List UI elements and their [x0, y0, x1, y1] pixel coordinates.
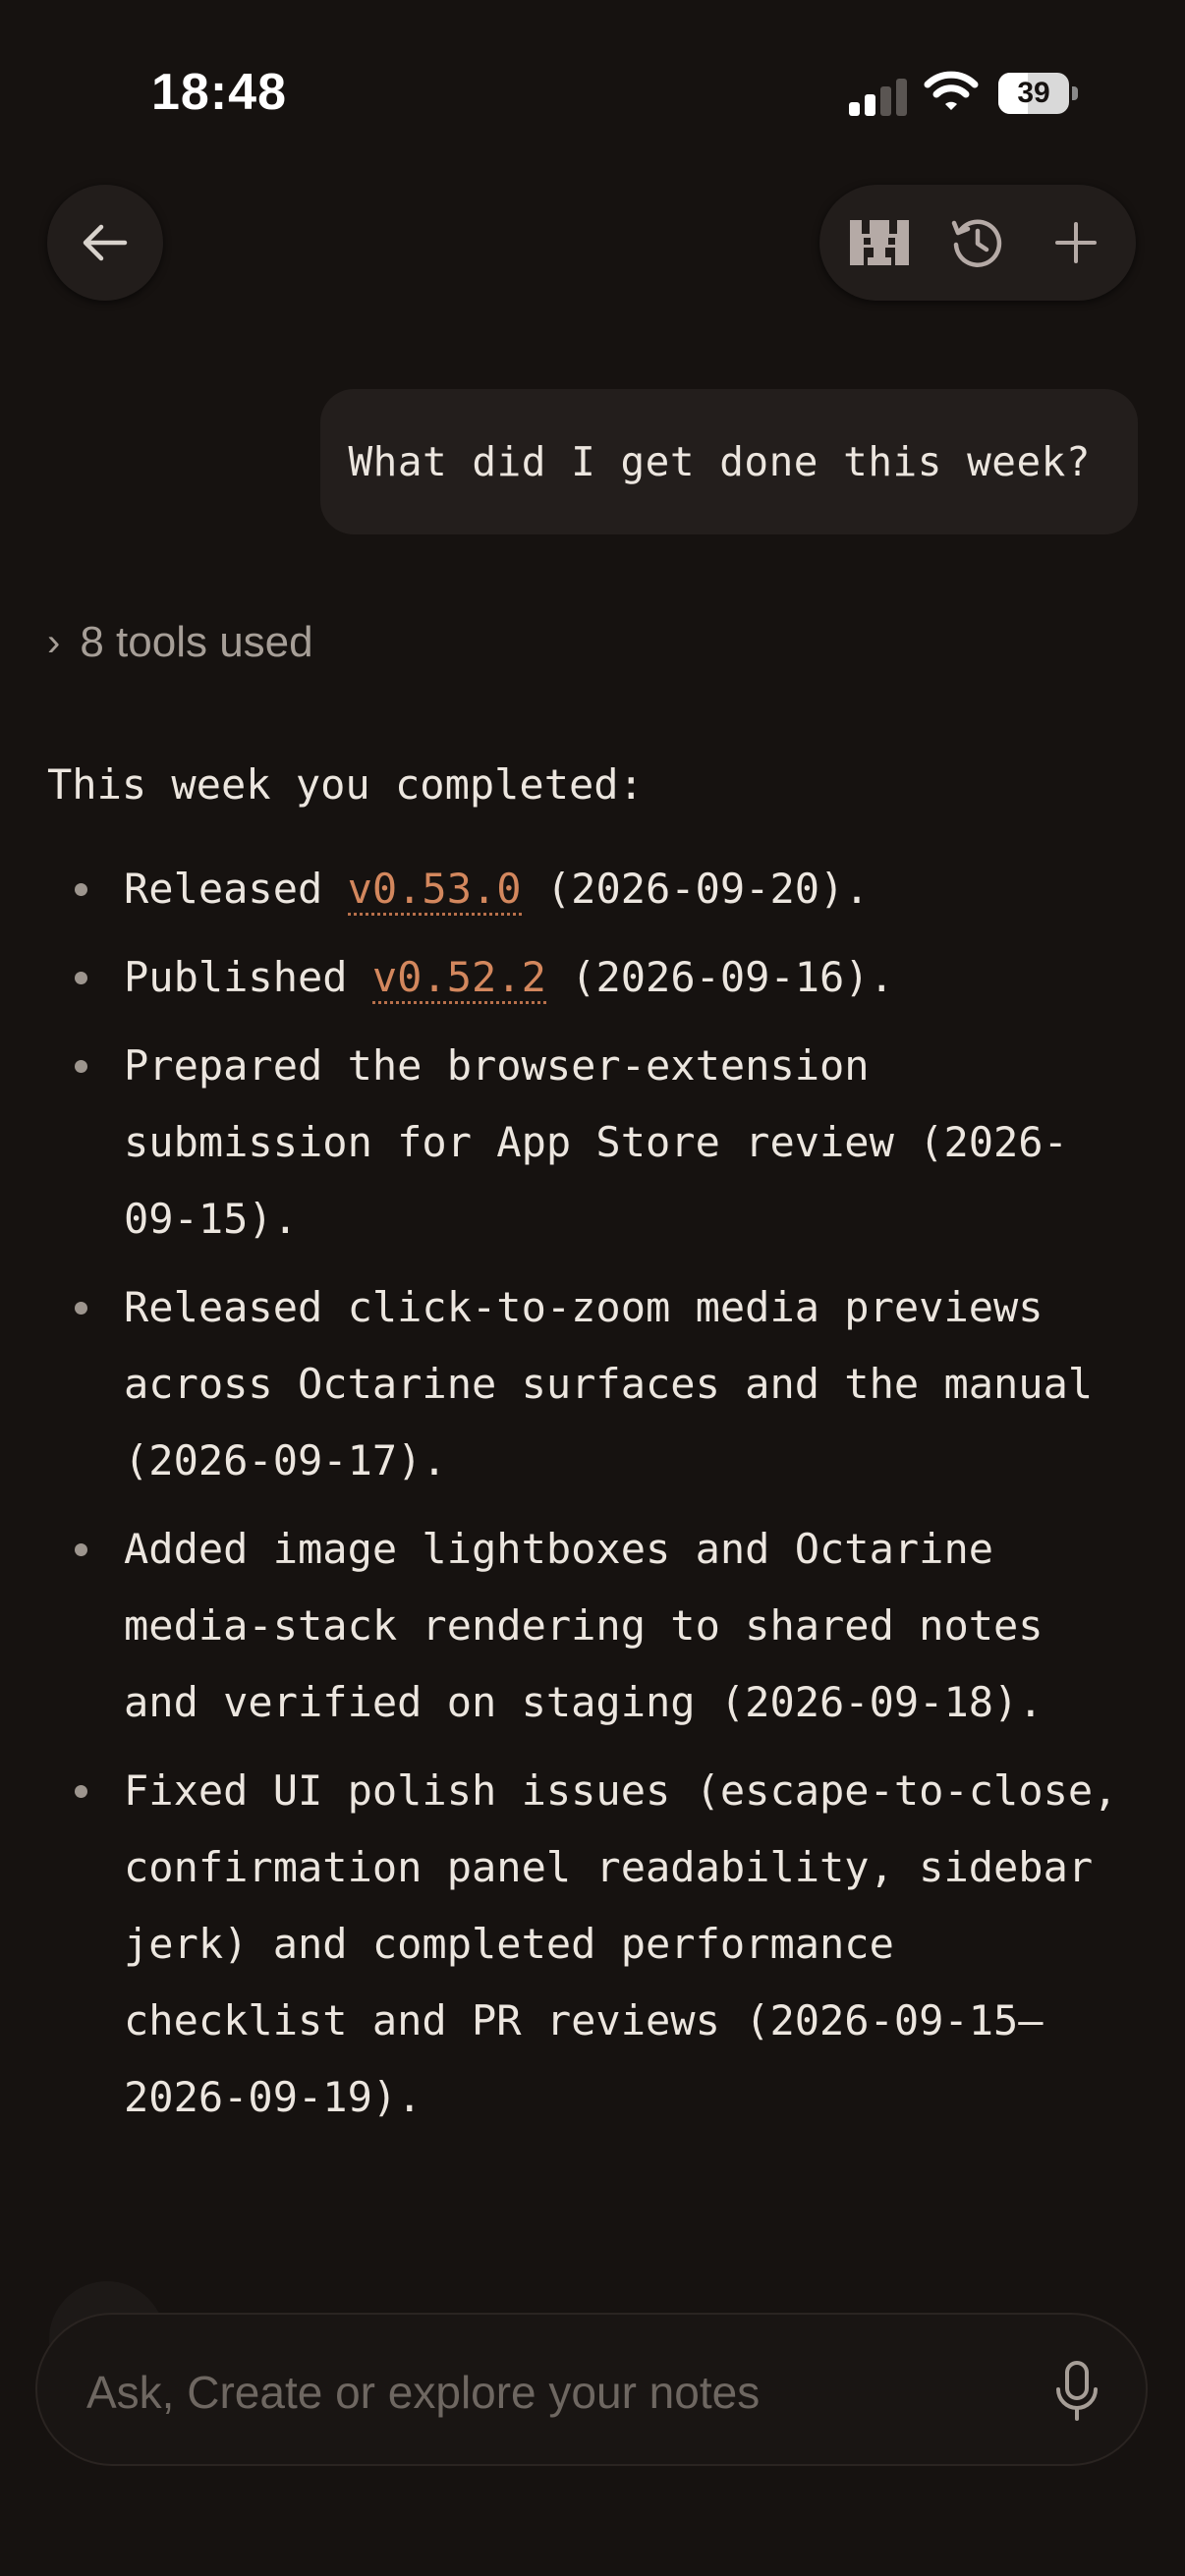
history-button[interactable]	[943, 208, 1012, 277]
list-item-text: Released	[124, 865, 348, 913]
user-message-bubble: What did I get done this week?	[320, 389, 1138, 534]
cellular-signal-icon	[849, 77, 908, 116]
chevron-right-icon: ›	[47, 620, 61, 664]
list-item: Fixed UI polish issues (escape-to-close,…	[47, 1753, 1138, 2136]
tools-used-label: 8 tools used	[80, 618, 313, 666]
list-item: Prepared the browser-extension submissio…	[47, 1028, 1138, 1258]
list-item-text: Published	[124, 953, 372, 1001]
tools-used-toggle[interactable]: › 8 tools used	[47, 613, 313, 672]
status-bar: 18:48 39	[0, 0, 1185, 187]
list-item-text: Added image lightboxes and Octarine medi…	[124, 1525, 1044, 1726]
release-link-v0-53-0[interactable]: v0.53.0	[347, 865, 522, 916]
user-message-text: What did I get done this week?	[348, 438, 1091, 485]
status-time: 18:48	[151, 64, 287, 121]
list-item-text: Fixed UI polish issues (escape-to-close,…	[124, 1766, 1118, 2121]
wifi-icon	[924, 69, 979, 116]
new-chat-button[interactable]	[1042, 208, 1110, 277]
composer	[35, 2313, 1148, 2466]
list-item-date: (2026-09-20).	[521, 865, 870, 913]
list-item: Released click-to-zoom media previews ac…	[47, 1269, 1138, 1499]
list-item-date: (2026-09-16).	[545, 953, 894, 1001]
history-icon	[951, 219, 1002, 267]
list-item: Added image lightboxes and Octarine medi…	[47, 1511, 1138, 1741]
microphone-icon	[1056, 2361, 1098, 2421]
list-item: Released v0.53.0 (2026-09-20).	[47, 851, 1138, 927]
completed-items-list: Released v0.53.0 (2026-09-20). Published…	[47, 851, 1138, 2136]
ask-input[interactable]	[85, 2354, 1012, 2431]
back-button[interactable]	[47, 185, 163, 301]
release-link-v0-52-2[interactable]: v0.52.2	[371, 953, 546, 1004]
battery-percent: 39	[1017, 77, 1050, 109]
mascot-button[interactable]	[845, 208, 914, 277]
microphone-button[interactable]	[1040, 2354, 1114, 2429]
assistant-intro: This week you completed:	[47, 760, 644, 809]
battery-icon: 39	[998, 73, 1078, 116]
plus-icon	[1055, 222, 1097, 263]
list-item: Published v0.52.2 (2026-09-16).	[47, 939, 1138, 1016]
assistant-response: This week you completed: Released v0.53.…	[47, 747, 1138, 2148]
top-toolbar	[819, 185, 1136, 301]
list-item-text: Prepared the browser-extension submissio…	[124, 1041, 1068, 1243]
list-item-text: Released click-to-zoom media previews ac…	[124, 1283, 1094, 1484]
arrow-left-icon	[83, 224, 128, 261]
mascot-icon	[850, 220, 909, 265]
